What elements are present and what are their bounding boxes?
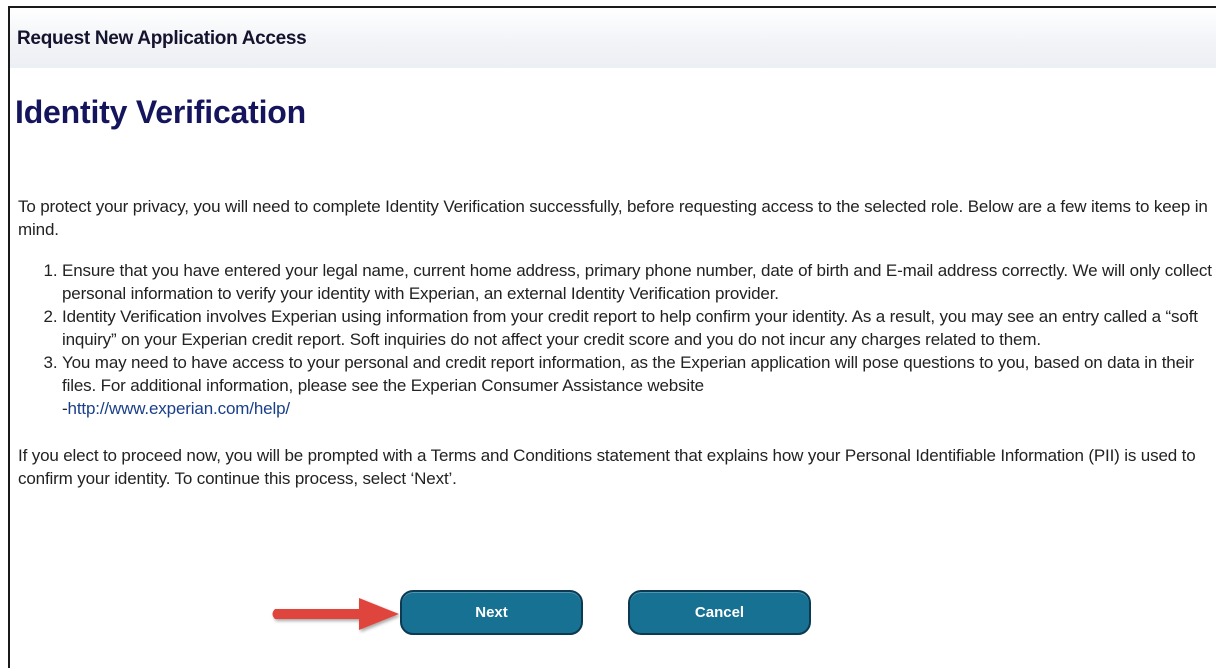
next-button[interactable]: Next: [400, 590, 583, 635]
list-item: You may need to have access to your pers…: [62, 351, 1214, 420]
list-item: Identity Verification involves Experian …: [62, 305, 1214, 351]
list-item: Ensure that you have entered your legal …: [62, 259, 1214, 305]
intro-paragraph: To protect your privacy, you will need t…: [18, 197, 1208, 239]
section-header: Request New Application Access: [10, 8, 1216, 68]
list-item-text: Identity Verification involves Experian …: [62, 307, 1198, 349]
red-arrow-icon: [272, 598, 399, 630]
list-item-text: You may need to have access to your pers…: [62, 353, 1195, 395]
experian-help-link[interactable]: http://www.experian.com/help/: [68, 399, 291, 418]
closing-paragraph: If you elect to proceed now, you will be…: [18, 446, 1196, 488]
section-title: Request New Application Access: [17, 28, 307, 49]
list-item-text: Ensure that you have entered your legal …: [62, 261, 1212, 303]
page-title: Identity Verification: [15, 94, 306, 130]
content-body: To protect your privacy, you will need t…: [18, 195, 1214, 490]
page-frame: Request New Application Access Identity …: [8, 6, 1216, 668]
cancel-button[interactable]: Cancel: [628, 590, 811, 635]
instructions-list: Ensure that you have entered your legal …: [18, 259, 1214, 420]
